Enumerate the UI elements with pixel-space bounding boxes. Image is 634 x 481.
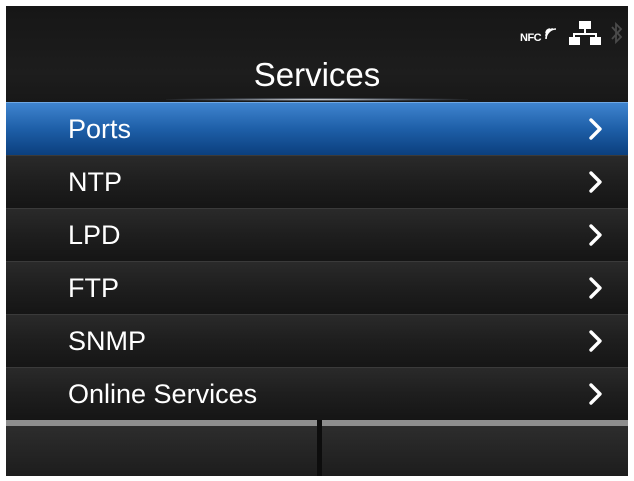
page-title: Services [253, 56, 381, 93]
menu-item-ftp[interactable]: FTP [6, 261, 628, 314]
chevron-right-icon [589, 330, 602, 352]
menu-item-ntp[interactable]: NTP [6, 155, 628, 208]
chevron-right-icon [589, 383, 602, 405]
printer-display: NFC Services Ports NTP LPD FTP SNMP Onli… [6, 6, 628, 476]
soft-key-bar [6, 420, 628, 476]
menu-item-label: SNMP [68, 326, 147, 356]
menu-item-label: Ports [68, 114, 132, 144]
menu-item-snmp[interactable]: SNMP [6, 314, 628, 367]
menu-item-lpd[interactable]: LPD [6, 208, 628, 261]
chevron-right-icon [589, 171, 602, 193]
chevron-right-icon [589, 224, 602, 246]
status-icons: NFC [520, 18, 624, 48]
menu-item-ports[interactable]: Ports [6, 102, 628, 155]
chevron-right-icon [589, 277, 602, 299]
bluetooth-icon [611, 21, 623, 45]
chevron-right-icon [589, 118, 602, 140]
header: NFC Services [6, 6, 628, 102]
network-icon [569, 21, 601, 45]
menu-item-online-services[interactable]: Online Services [6, 367, 628, 420]
soft-key-right[interactable] [322, 420, 628, 476]
soft-key-left[interactable] [6, 420, 317, 476]
menu-item-label: Online Services [68, 379, 258, 409]
nfc-icon: NFC [520, 20, 560, 46]
menu-item-label: LPD [68, 220, 121, 250]
menu-item-label: NTP [68, 167, 122, 197]
menu-item-label: FTP [68, 273, 119, 303]
title-underline [166, 98, 468, 101]
services-menu: Ports NTP LPD FTP SNMP Online Services [6, 102, 628, 420]
